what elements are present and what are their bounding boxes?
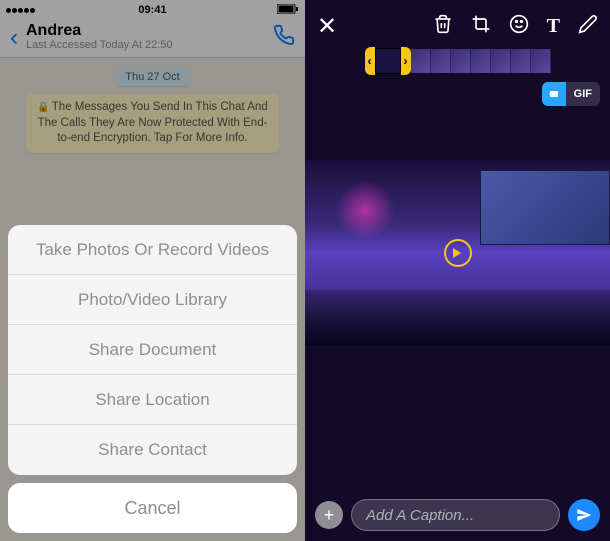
crop-rotate-icon[interactable] <box>471 14 491 39</box>
caption-input[interactable]: Add A Caption... <box>351 499 560 531</box>
trash-icon[interactable] <box>433 14 453 39</box>
close-icon[interactable]: ✕ <box>317 12 337 41</box>
video-gif-toggle[interactable]: GIF <box>542 82 600 106</box>
back-chevron-icon[interactable]: ‹ <box>10 24 18 52</box>
add-media-button[interactable]: + <box>315 501 343 529</box>
draw-pencil-icon[interactable] <box>578 14 598 39</box>
chat-last-accessed: Last Accessed Today At 22:50 <box>26 39 273 52</box>
status-time: 09:41 <box>138 4 166 16</box>
date-separator: Thu 27 Oct <box>115 68 189 86</box>
media-editor-screen: ✕ T ‹ › GIF + Add A Caption... <box>305 0 610 541</box>
video-preview[interactable] <box>305 160 610 345</box>
trim-handle-right[interactable]: › <box>401 47 411 75</box>
action-share-document[interactable]: Share Document <box>8 325 297 375</box>
signal-strength-icon <box>6 8 35 13</box>
lock-icon: 🔒 <box>37 102 49 113</box>
ios-status-bar: 09:41 <box>0 0 305 18</box>
action-sheet-cancel[interactable]: Cancel <box>8 483 297 533</box>
battery-icon <box>277 4 299 17</box>
video-camera-icon <box>550 91 558 97</box>
text-tool-icon[interactable]: T <box>547 15 560 38</box>
chat-nav-bar: ‹ Andrea Last Accessed Today At 22:50 <box>0 18 305 58</box>
send-button[interactable] <box>568 499 600 531</box>
chat-body: Thu 27 Oct 🔒The Messages You Send In Thi… <box>0 58 305 161</box>
editor-toolbar: ✕ T <box>305 0 610 46</box>
chat-contact-name[interactable]: Andrea <box>26 23 273 39</box>
phone-call-icon[interactable] <box>273 24 295 51</box>
emoji-sticker-icon[interactable] <box>509 14 529 39</box>
encryption-notice-bubble[interactable]: 🔒The Messages You Send In This Chat And … <box>26 94 279 153</box>
toggle-video-option[interactable] <box>542 82 566 106</box>
whatsapp-chat-screen: 09:41 ‹ Andrea Last Accessed Today At 22… <box>0 0 305 541</box>
encryption-notice-text: The Messages You Send In This Chat And T… <box>38 101 268 144</box>
attachment-action-sheet: Take Photos Or Record Videos Photo/Video… <box>8 225 297 533</box>
video-trim-strip[interactable]: ‹ › <box>311 48 604 74</box>
selected-frame-thumbnail[interactable] <box>375 48 401 74</box>
action-photo-video-library[interactable]: Photo/Video Library <box>8 275 297 325</box>
action-share-location[interactable]: Share Location <box>8 375 297 425</box>
toggle-gif-option[interactable]: GIF <box>566 82 600 106</box>
action-take-photo-video[interactable]: Take Photos Or Record Videos <box>8 225 297 275</box>
send-icon <box>576 507 592 523</box>
caption-bar: + Add A Caption... <box>315 499 600 531</box>
timeline-frames[interactable] <box>411 49 551 73</box>
action-share-contact[interactable]: Share Contact <box>8 425 297 475</box>
trim-handle-left[interactable]: ‹ <box>365 47 375 75</box>
play-button-icon[interactable] <box>444 239 472 267</box>
